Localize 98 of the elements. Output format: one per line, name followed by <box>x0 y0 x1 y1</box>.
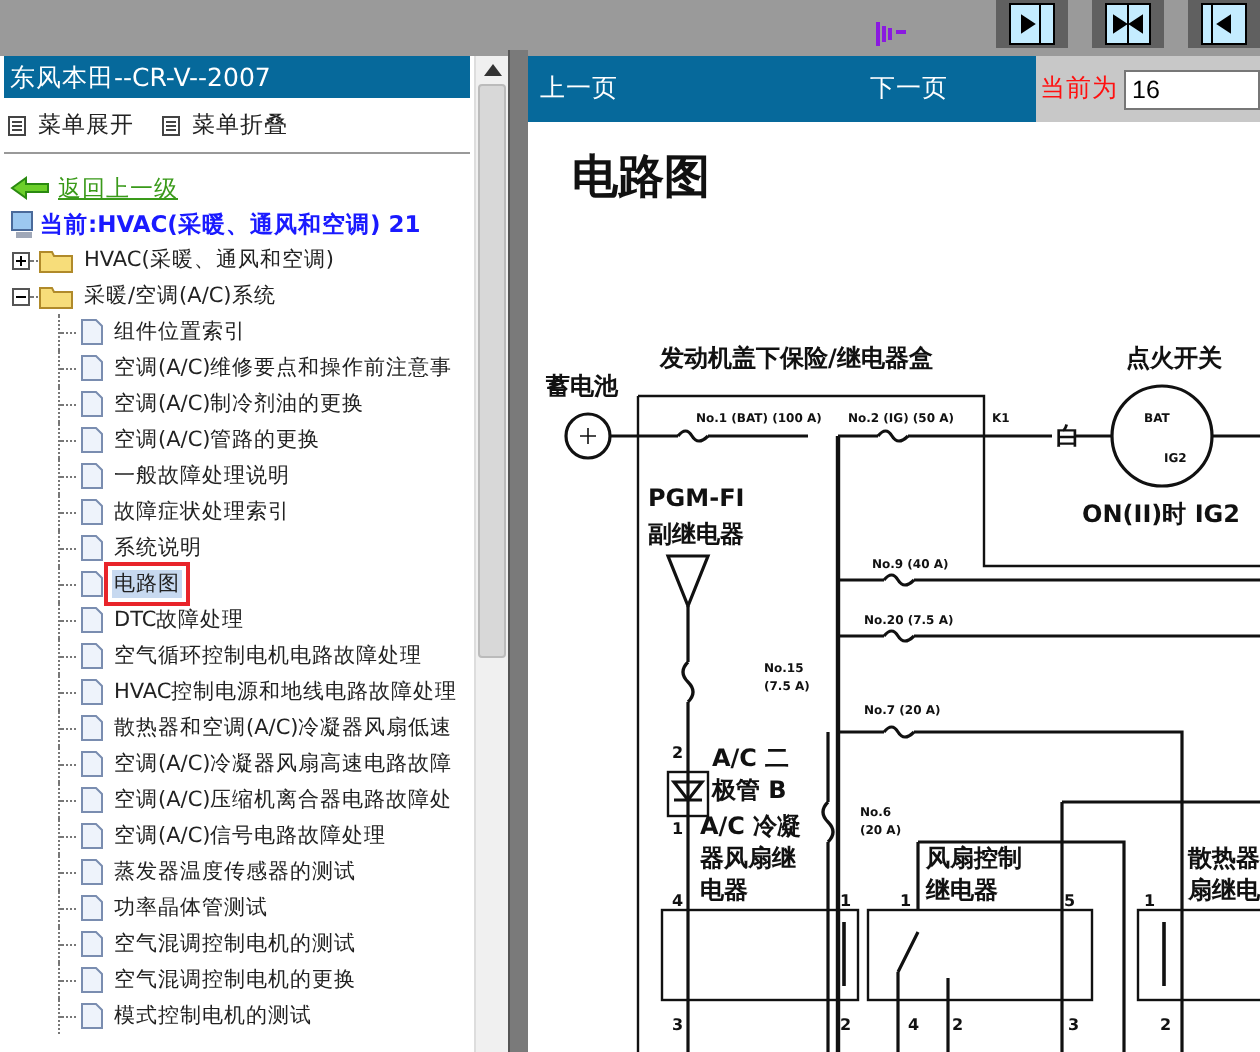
list-icon <box>8 115 26 135</box>
page-icon <box>80 822 104 850</box>
sidebar-title: 东风本田--CR-V--2007 <box>4 56 470 98</box>
page-icon <box>80 930 104 958</box>
page-icon <box>80 606 104 634</box>
folder-item[interactable]: 采暖/空调(A/C)系统 <box>82 282 278 310</box>
pin-number: 3 <box>1068 1016 1080 1034</box>
page-icon <box>80 966 104 994</box>
diagram-label: 电器 <box>700 876 748 904</box>
page-item[interactable]: 空调(A/C)制冷剂油的更换 <box>112 390 367 418</box>
page-number-field[interactable]: 16 <box>1124 69 1260 109</box>
page-icon <box>80 534 104 562</box>
scroll-up-icon[interactable] <box>483 64 501 76</box>
computer-icon <box>8 209 36 239</box>
page-item[interactable]: 空调(A/C)管路的更换 <box>112 426 323 454</box>
folder-icon <box>38 247 74 273</box>
menu-item[interactable]: 菜单展开 <box>8 110 134 140</box>
arrow-right-icon <box>1008 2 1056 46</box>
page-item[interactable]: 空调(A/C)压缩机离合器电路故障处 <box>112 786 455 814</box>
page-item[interactable]: 一般故障处理说明 <box>112 462 292 490</box>
menu-item[interactable]: 菜单折叠 <box>162 110 288 140</box>
prev-page-link[interactable]: 上一页 <box>540 72 618 106</box>
page-item[interactable]: 散热器和空调(A/C)冷凝器风扇低速 <box>112 714 455 742</box>
page-icon <box>80 858 104 886</box>
pin-number: 1 <box>840 892 852 910</box>
page-icon <box>80 426 104 454</box>
arrows-inward-icon <box>1104 2 1152 46</box>
diagram-label: 白 <box>1056 422 1080 450</box>
document-title: 电路图 <box>570 150 710 208</box>
diagram-label: 极管 B <box>712 776 787 804</box>
page-item[interactable]: 空调(A/C)信号电路故障处理 <box>112 822 389 850</box>
diagram-label: A/C 二 <box>712 744 790 772</box>
page-icon <box>80 570 104 598</box>
pin-number: 4 <box>672 892 684 910</box>
diagram-label: 发动机盖下保险/继电器盒 <box>660 344 933 372</box>
diagram-label: 扇继电 <box>1188 876 1260 904</box>
diagram-label: 点火开关 <box>1126 344 1222 372</box>
pin-number: 1 <box>672 820 684 838</box>
page-icon <box>80 714 104 742</box>
diagram-label: 器风扇继 <box>700 844 796 872</box>
page-icon <box>80 642 104 670</box>
diagram-label: A/C 冷凝 <box>700 812 802 840</box>
diagram-label: 散热器 <box>1188 844 1260 872</box>
pin-number: 2 <box>952 1016 964 1034</box>
next-page-button[interactable] <box>996 0 1068 48</box>
page-item[interactable]: 空气混调控制电机的测试 <box>112 930 358 958</box>
diagram-label: 蓄电池 <box>546 372 618 400</box>
collapse-icon[interactable] <box>12 287 30 305</box>
pin-number: 2 <box>1160 1016 1172 1034</box>
pin-number: 2 <box>840 1016 852 1034</box>
list-icon <box>162 115 180 135</box>
folder-icon <box>38 283 74 309</box>
page-item[interactable]: 功率晶体管测试 <box>112 894 270 922</box>
page-item[interactable]: 电路图 <box>112 570 182 598</box>
page-icon <box>80 678 104 706</box>
pin-number: 2 <box>672 744 684 762</box>
page-item[interactable]: 空气循环控制电机电路故障处理 <box>112 642 424 670</box>
diagram-label: 副继电器 <box>648 520 744 548</box>
expand-icon[interactable] <box>12 251 30 269</box>
page-label: 当前为 <box>1040 72 1118 106</box>
back-link[interactable]: 返回上一级 <box>58 173 178 203</box>
pin-number: 1 <box>900 892 912 910</box>
page-item[interactable]: 系统说明 <box>112 534 204 562</box>
page-icon <box>80 318 104 346</box>
page-icon <box>80 390 104 418</box>
page-item[interactable]: 故障症状处理索引 <box>112 498 292 526</box>
page-item[interactable]: 模式控制电机的测试 <box>112 1002 314 1030</box>
page-icon <box>80 1002 104 1030</box>
pin-number: 5 <box>1064 892 1076 910</box>
page-icon <box>80 750 104 778</box>
page-item[interactable]: 空气混调控制电机的更换 <box>112 966 358 994</box>
pin-number: 3 <box>672 1016 684 1034</box>
folder-item[interactable]: HVAC(采暖、通风和空调) <box>82 246 336 274</box>
page-item[interactable]: 空调(A/C)维修要点和操作前注意事 <box>112 354 455 382</box>
page-icon <box>80 462 104 490</box>
page-item[interactable]: HVAC控制电源和地线电路故障处理 <box>112 678 460 706</box>
pin-number: 4 <box>908 1016 920 1034</box>
pin-number: 1 <box>1144 892 1156 910</box>
page-item[interactable]: 空调(A/C)冷凝器风扇高速电路故障 <box>112 750 455 778</box>
page-item[interactable]: 蒸发器温度传感器的测试 <box>112 858 358 886</box>
page-icon <box>80 786 104 814</box>
prev-page-button[interactable] <box>1188 0 1260 48</box>
diagram-label: ON(II)时 IG2 <box>1082 500 1240 528</box>
scrollbar[interactable] <box>474 56 508 1052</box>
page-icon <box>80 894 104 922</box>
diagram-label: 风扇控制 <box>926 844 1022 872</box>
arrow-left-icon <box>1200 2 1248 46</box>
page-item[interactable]: 组件位置索引 <box>112 318 248 346</box>
diagram-label: PGM-FI <box>648 484 745 512</box>
page-icon <box>80 354 104 382</box>
diagram-label: 继电器 <box>926 876 998 904</box>
scroll-thumb[interactable] <box>478 84 506 658</box>
page-item[interactable]: DTC故障处理 <box>112 606 247 634</box>
back-arrow-icon <box>10 176 50 200</box>
fit-page-button[interactable] <box>1092 0 1164 48</box>
next-page-link[interactable]: 下一页 <box>870 72 948 106</box>
current-section: 当前:HVAC(采暖、通风和空调) 21 <box>40 209 421 239</box>
page-icon <box>80 498 104 526</box>
